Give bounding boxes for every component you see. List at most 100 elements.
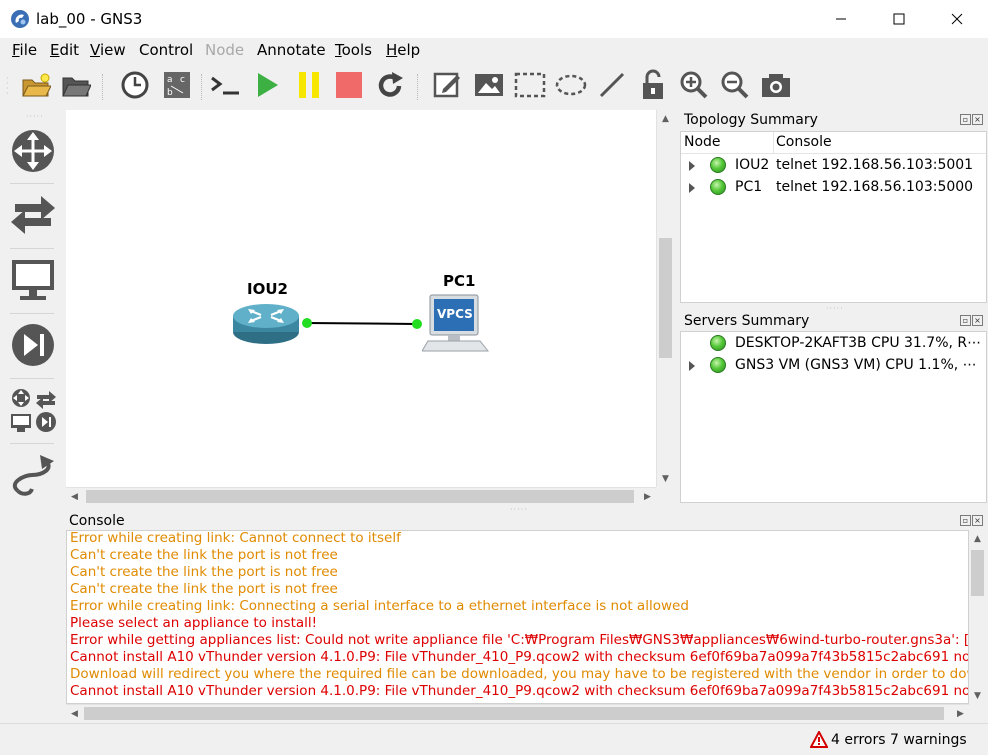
- column-node[interactable]: Node: [684, 134, 721, 150]
- router-category-icon: [12, 130, 54, 172]
- console-vscroll-thumb[interactable]: [971, 550, 984, 596]
- console-output[interactable]: Error while creating link: Cannot connec…: [66, 530, 969, 704]
- end-device-category-icon: [12, 260, 54, 300]
- new-project-button[interactable]: [19, 68, 53, 102]
- suspend-all-button[interactable]: [292, 68, 326, 102]
- canvas-vertical-scrollbar[interactable]: ▲ ▼: [656, 110, 673, 487]
- link-iou2-pc1[interactable]: [306, 322, 418, 325]
- show-interface-labels-icon: a cb: [164, 72, 190, 98]
- zoom-out-button[interactable]: [718, 68, 752, 102]
- snapshot-button[interactable]: [118, 68, 152, 102]
- topology-summary-title: Topology Summary: [684, 112, 818, 128]
- minimize-button[interactable]: [812, 0, 870, 38]
- add-link-button[interactable]: [8, 446, 58, 504]
- draw-line-button[interactable]: [595, 68, 629, 102]
- servers-summary-title: Servers Summary: [684, 313, 810, 329]
- console-title: Console: [69, 513, 125, 529]
- float-dock-icon[interactable]: ▫: [960, 114, 971, 125]
- canvas-vscroll-thumb[interactable]: [659, 238, 672, 358]
- console-horizontal-scrollbar[interactable]: ◀ ▶: [66, 704, 969, 721]
- scroll-down-icon[interactable]: ▼: [657, 470, 674, 487]
- node-console: telnet 192.168.56.103:5001: [776, 157, 974, 173]
- start-all-button[interactable]: [250, 68, 284, 102]
- warning-icon[interactable]: [810, 731, 828, 748]
- add-note-button[interactable]: [431, 68, 465, 102]
- browse-switches-button[interactable]: [8, 186, 58, 244]
- insert-picture-button[interactable]: [472, 68, 506, 102]
- node-pc1[interactable]: VPCS: [421, 293, 492, 355]
- stop-all-button[interactable]: [332, 68, 366, 102]
- console-line: Error while creating link: Connecting a …: [70, 598, 689, 614]
- lock-items-button[interactable]: [636, 68, 670, 102]
- maximize-button[interactable]: [870, 0, 928, 38]
- scroll-up-icon[interactable]: ▲: [969, 530, 986, 547]
- vpcs-badge: VPCS: [437, 307, 473, 321]
- svg-text:b: b: [167, 88, 173, 98]
- scroll-right-icon[interactable]: ▶: [639, 488, 656, 505]
- scroll-left-icon[interactable]: ◀: [66, 488, 83, 505]
- error-warning-count[interactable]: 4 errors 7 warnings: [831, 732, 967, 748]
- menu-edit[interactable]: Edit: [50, 41, 79, 59]
- console-line: Can't create the link the port is not fr…: [70, 581, 338, 597]
- link-endpoint-pc1: [412, 319, 422, 329]
- zoom-in-icon: [680, 71, 708, 99]
- browse-routers-button[interactable]: [8, 122, 58, 180]
- draw-rectangle-button[interactable]: [513, 68, 547, 102]
- scroll-right-icon[interactable]: ▶: [952, 705, 969, 722]
- float-dock-icon[interactable]: ▫: [960, 515, 971, 526]
- status-bar: 4 errors 7 warnings: [0, 723, 988, 755]
- console-hscroll-thumb[interactable]: [84, 707, 944, 720]
- minimize-icon: [836, 18, 846, 20]
- scroll-up-icon[interactable]: ▲: [657, 110, 674, 127]
- reload-all-button[interactable]: [373, 68, 407, 102]
- close-dock-icon[interactable]: ×: [972, 515, 983, 526]
- topology-canvas[interactable]: IOU2 VPCS PC1: [66, 110, 656, 487]
- screenshot-button[interactable]: [759, 68, 793, 102]
- server-info: GNS3 VM (GNS3 VM) CPU 1.1%, ⋯: [735, 357, 977, 373]
- topology-row-iou2[interactable]: IOU2 telnet 192.168.56.103:5001: [681, 155, 986, 177]
- gns3-logo-icon: [11, 10, 29, 28]
- menu-control[interactable]: Control: [139, 41, 193, 59]
- close-button[interactable]: [928, 0, 986, 38]
- stop-all-icon: [336, 72, 362, 98]
- console-all-button[interactable]: [208, 68, 242, 102]
- menu-help[interactable]: Help: [386, 41, 420, 59]
- menu-annotate[interactable]: Annotate: [257, 41, 326, 59]
- open-project-button[interactable]: [59, 68, 93, 102]
- topology-row-pc1[interactable]: PC1 telnet 192.168.56.103:5000: [681, 177, 986, 199]
- expand-arrow-icon[interactable]: [689, 161, 695, 171]
- scroll-left-icon[interactable]: ◀: [66, 705, 83, 722]
- node-name: PC1: [735, 179, 763, 195]
- column-console[interactable]: Console: [776, 134, 832, 150]
- scroll-down-icon[interactable]: ▼: [969, 687, 986, 704]
- browse-end-devices-button[interactable]: [8, 251, 58, 309]
- console-line: Can't create the link the port is not fr…: [70, 547, 338, 563]
- menu-view[interactable]: View: [90, 41, 126, 59]
- toolbar-grip[interactable]: · · · ·: [6, 75, 10, 98]
- menu-file[interactable]: File: [12, 41, 37, 59]
- close-dock-icon[interactable]: ×: [972, 315, 983, 326]
- node-status-led-icon: [710, 157, 726, 173]
- expand-arrow-icon[interactable]: [689, 361, 695, 371]
- browse-all-devices-button[interactable]: [8, 381, 58, 439]
- server-row-gns3vm[interactable]: GNS3 VM (GNS3 VM) CPU 1.1%, ⋯: [681, 355, 986, 377]
- float-dock-icon[interactable]: ▫: [960, 315, 971, 326]
- console-all-icon: [211, 76, 239, 95]
- node-status-led-icon: [710, 179, 726, 195]
- canvas-hscroll-thumb[interactable]: [86, 490, 634, 503]
- reload-all-icon: [378, 72, 403, 97]
- zoom-in-button[interactable]: [677, 68, 711, 102]
- canvas-horizontal-scrollbar[interactable]: ◀ ▶: [66, 487, 656, 504]
- draw-ellipse-button[interactable]: [554, 68, 588, 102]
- show-interface-labels-button[interactable]: acb: [160, 68, 194, 102]
- console-line: Please select an appliance to install!: [70, 615, 318, 631]
- console-vertical-scrollbar[interactable]: ▲ ▼: [969, 530, 986, 704]
- svg-text:a: a: [167, 75, 173, 85]
- node-iou2[interactable]: [231, 296, 301, 346]
- server-status-led-icon: [710, 335, 726, 351]
- expand-arrow-icon[interactable]: [689, 183, 695, 193]
- menu-tools[interactable]: Tools: [335, 41, 372, 59]
- close-dock-icon[interactable]: ×: [972, 114, 983, 125]
- browse-security-devices-button[interactable]: [8, 316, 58, 374]
- server-row-local[interactable]: DESKTOP-2KAFT3B CPU 31.7%, R⋯: [681, 333, 986, 355]
